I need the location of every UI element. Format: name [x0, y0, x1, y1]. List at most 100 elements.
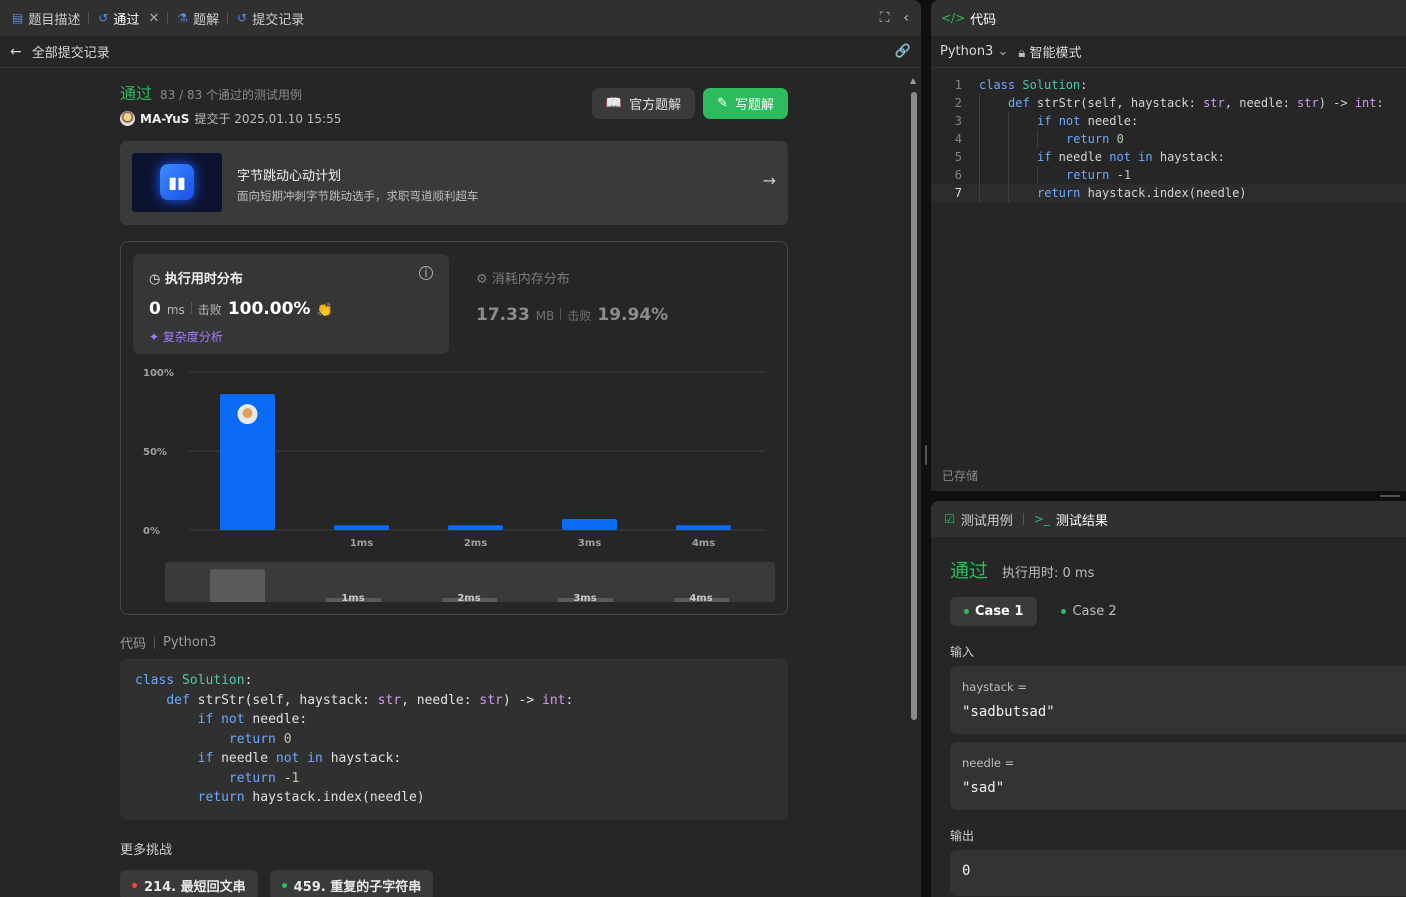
info-icon[interactable]: i	[419, 266, 433, 280]
user-avatar-face	[242, 408, 253, 419]
challenge-chip[interactable]: 214. 最短回文串	[120, 870, 258, 897]
case-tab-1[interactable]: Case 1	[950, 597, 1038, 626]
x-tick-label: 4ms	[692, 538, 715, 549]
pass-dot	[1061, 609, 1067, 614]
scrollbar[interactable]: ▲	[909, 74, 919, 897]
editor-line[interactable]: 2 def strStr(self, haystack: str, needle:…	[931, 94, 1406, 112]
performance-panel: ◷ 执行用时分布 i 0 ms 击败 100.00% 👏 ✦ 复杂度分析 ⚙ 消…	[120, 241, 788, 615]
editor-line[interactable]: 1 class Solution:	[931, 76, 1406, 94]
promo-banner[interactable]: ▮▮ 字节跳动心动计划 面向短期冲刺字节跳动选手，求职弯道顺利超车 →	[120, 141, 788, 225]
chevron-left-icon[interactable]: ‹	[903, 10, 909, 26]
case-label: Case 2	[1072, 604, 1117, 619]
share-link-icon[interactable]: 🔗	[895, 44, 911, 59]
runtime-card[interactable]: ◷ 执行用时分布 i 0 ms 击败 100.00% 👏 ✦ 复杂度分析	[133, 254, 449, 354]
promo-subtitle: 面向短期冲刺字节跳动选手，求职弯道顺利超车	[237, 189, 479, 203]
tab-description[interactable]: ▤ 题目描述	[12, 9, 80, 28]
x-tick-label: 3ms	[578, 538, 601, 549]
edit-icon: ✎	[717, 96, 728, 111]
code-line: if not needle:	[197, 712, 308, 727]
editor-line[interactable]: 4 return 0	[931, 130, 1406, 148]
editor-title: 代码	[970, 12, 997, 28]
line-code: class Solution:	[979, 78, 1088, 92]
tab-divider	[88, 12, 90, 24]
panel-resize-handle-horizontal[interactable]	[1380, 495, 1400, 497]
case-tab-2[interactable]: Case 2	[1047, 597, 1130, 626]
memory-card[interactable]: ⚙ 消耗内存分布 17.33 MB 击败 19.94%	[476, 268, 668, 325]
runtime-distribution-chart[interactable]: 100% 50% 0% 1ms 2ms 3ms 4ms 1ms 2ms 3ms 4ms	[121, 362, 787, 612]
line-number: 4	[954, 132, 962, 146]
official-solution-button[interactable]: 📖 官方题解	[591, 88, 696, 119]
indent-guide	[979, 166, 1008, 184]
tab-test-result[interactable]: 测试结果	[1056, 510, 1108, 529]
line-number: 1	[954, 78, 962, 92]
clap-icon: 👏	[316, 303, 333, 318]
tab-solutions[interactable]: ⚗ 题解	[177, 9, 219, 28]
x-tick-label: 2ms	[464, 538, 487, 549]
tab-label: 题目描述	[28, 12, 81, 28]
editor-line[interactable]: 6 return -1	[931, 166, 1406, 184]
challenge-chip[interactable]: 459. 重复的子字符串	[269, 870, 434, 897]
minimap-bar	[210, 569, 265, 602]
complexity-link[interactable]: ✦ 复杂度分析	[149, 328, 223, 345]
scroll-up-icon[interactable]: ▲	[910, 76, 916, 85]
author-name[interactable]: MA-YuS	[140, 112, 189, 126]
panel-resize-handle[interactable]	[925, 445, 927, 465]
bar[interactable]	[676, 525, 731, 530]
status-accepted: 通过	[120, 84, 153, 103]
arrow-right-icon[interactable]: →	[763, 171, 776, 190]
scrollbar-thumb[interactable]	[911, 92, 917, 720]
tab-label: 通过	[113, 12, 140, 28]
bar[interactable]	[448, 525, 503, 530]
promo-image: ▮▮	[132, 153, 222, 212]
write-solution-button[interactable]: ✎ 写题解	[703, 88, 788, 119]
output-label: 输出	[950, 829, 975, 843]
arrow-left-icon[interactable]: ←	[10, 44, 22, 60]
memory-number: 17.33	[476, 305, 530, 325]
mode-label: 智能模式	[1029, 46, 1082, 61]
runtime-unit: ms	[166, 303, 185, 317]
submitted-code[interactable]: class Solution: def strStr(self, haystac…	[120, 659, 788, 820]
language-select[interactable]: Python3 ⌄	[940, 44, 1008, 59]
line-code: return -1	[962, 166, 1131, 184]
indent-guide	[1037, 130, 1066, 148]
indent-guide	[979, 94, 1008, 112]
indent-guide	[1008, 112, 1037, 130]
beat-label: 击败	[197, 303, 222, 317]
editor-line[interactable]: 3 if not needle:	[931, 112, 1406, 130]
all-submissions-link[interactable]: 全部提交记录	[32, 42, 110, 61]
avatar[interactable]	[120, 111, 135, 126]
result-summary: 通过 执行用时: 0 ms	[950, 556, 1094, 583]
editor-line[interactable]: 5 if needle not in haystack:	[931, 148, 1406, 166]
runtime-value: 0 ms 击败 100.00% 👏	[149, 299, 333, 319]
editor-line[interactable]: 7 return haystack.index(needle)	[931, 184, 1406, 202]
close-icon[interactable]: ✕	[148, 11, 159, 26]
input-field-haystack[interactable]: haystack = "sadbutsad"	[950, 666, 1406, 734]
chevron-down-icon: ⌄	[997, 44, 1009, 59]
more-challenges-list: 214. 最短回文串 459. 重复的子字符串	[120, 870, 434, 897]
input-label: 输入	[950, 645, 975, 659]
line-code: return 0	[962, 130, 1124, 148]
tab-test-cases[interactable]: 测试用例	[961, 510, 1013, 529]
smart-mode-toggle[interactable]: 🔒︎ 智能模式	[1018, 42, 1081, 61]
challenge-label: 214. 最短回文串	[144, 879, 246, 895]
y-tick-label: 50%	[143, 447, 167, 458]
fullscreen-icon[interactable]: ⛶	[880, 10, 890, 26]
test-count: 83 / 83 个通过的测试用例	[160, 88, 303, 102]
left-tab-bar: ▤ 题目描述 ↺ 通过 ✕ ⚗ 题解 ↺ 提交记录 ⛶ ‹	[0, 0, 921, 36]
tab-accepted[interactable]: ↺ 通过 ✕	[98, 9, 159, 28]
code-section-label: 代码 Python3	[120, 633, 216, 652]
runtime-number: 0	[149, 299, 161, 319]
code-line: if needle not in haystack:	[197, 751, 402, 766]
bar[interactable]	[334, 525, 389, 530]
runtime-title-text: 执行用时分布	[164, 272, 243, 287]
result-status: 通过	[950, 560, 989, 582]
sparkle-icon: ✦	[149, 330, 160, 344]
output-field[interactable]: 0	[950, 850, 1406, 896]
code-editor[interactable]: 1 class Solution: 2 def strStr(self, haysta…	[931, 76, 1406, 202]
bar[interactable]	[562, 518, 617, 530]
promo-title: 字节跳动心动计划	[237, 169, 342, 184]
tab-submissions[interactable]: ↺ 提交记录	[237, 9, 304, 28]
beat-label: 击败	[567, 309, 592, 323]
indent-guide	[1008, 184, 1037, 202]
input-field-needle[interactable]: needle = "sad"	[950, 742, 1406, 810]
